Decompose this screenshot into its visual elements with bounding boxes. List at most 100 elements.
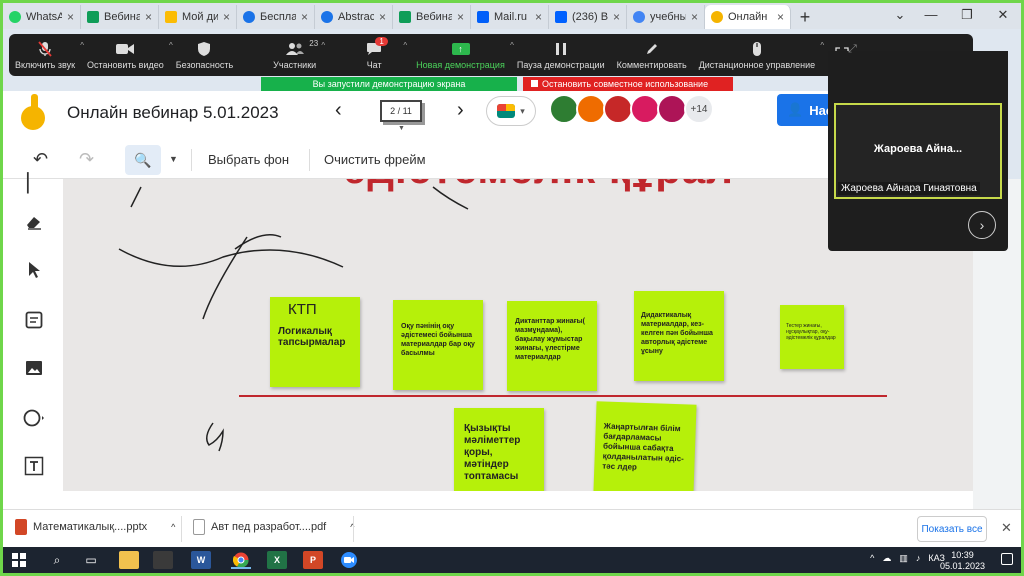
search-icon[interactable]: ⌕ <box>47 551 67 569</box>
excel-icon[interactable]: X <box>267 551 287 569</box>
image-icon[interactable] <box>23 357 45 379</box>
notifications-icon[interactable] <box>1001 553 1013 565</box>
avatar[interactable] <box>630 94 660 124</box>
unmute-button[interactable]: Включить звук ^ <box>9 34 84 76</box>
stop-share-button[interactable]: Остановить совместное использование <box>523 77 733 91</box>
select-cursor-icon[interactable] <box>23 259 45 281</box>
chevron-up-icon[interactable]: ^ <box>321 41 325 50</box>
tab-search-button[interactable]: ⌄ <box>887 3 913 29</box>
avatar[interactable] <box>576 94 606 124</box>
show-all-downloads-button[interactable]: Показать все <box>917 516 987 542</box>
tab-inbox[interactable]: (236) Вх× <box>549 5 627 29</box>
circle-shape-icon[interactable] <box>23 407 45 429</box>
more-collaborators-badge[interactable]: +14 <box>684 94 714 124</box>
chevron-up-icon[interactable]: ^ <box>820 41 824 50</box>
pen-icon[interactable]: ▏ <box>23 173 45 193</box>
new-tab-button[interactable]: + <box>791 5 819 29</box>
tab-webinar-2[interactable]: Вебинар× <box>393 5 471 29</box>
close-tab-icon[interactable]: × <box>67 10 74 24</box>
chevron-up-icon[interactable]: ^ <box>870 553 874 564</box>
tab-my-drive[interactable]: Мой ди × <box>159 5 237 29</box>
close-downloads-icon[interactable]: ✕ <box>1001 520 1012 536</box>
sticky-note[interactable]: Диктанттар жинағы( мазмұндама), бақылау … <box>507 301 597 391</box>
close-tab-icon[interactable]: × <box>223 10 230 24</box>
tab-mailru[interactable]: Mail.ru × <box>471 5 549 29</box>
frame-pager[interactable]: 2 / 11 <box>380 100 422 122</box>
avatar[interactable] <box>549 94 579 124</box>
person-add-icon: 👤 <box>787 102 804 117</box>
avatar[interactable] <box>657 94 687 124</box>
clear-frame-button[interactable]: Очистить фрейм <box>324 152 426 167</box>
tab-abstract[interactable]: Abstract× <box>315 5 393 29</box>
previous-frame-button[interactable]: ‹ <box>335 99 342 122</box>
close-tab-icon[interactable]: × <box>777 10 784 24</box>
windows-start-icon[interactable] <box>9 551 29 569</box>
powerpoint-icon[interactable]: P <box>303 551 323 569</box>
remote-control-button[interactable]: Дистанционное управление ^ <box>693 34 824 76</box>
close-tab-icon[interactable]: × <box>613 10 620 24</box>
stop-video-button[interactable]: Остановить видео ^ <box>81 34 173 76</box>
close-window-button[interactable]: ✕ <box>985 3 1021 29</box>
close-tab-icon[interactable]: × <box>379 10 386 24</box>
undo-button[interactable]: ↶ <box>33 149 48 170</box>
tab-free[interactable]: Бесплат× <box>237 5 315 29</box>
zoom-dropdown-icon[interactable]: ▼ <box>169 154 178 164</box>
security-button[interactable]: Безопасность <box>170 34 239 76</box>
meet-button[interactable]: ▾ <box>486 96 536 126</box>
close-tab-icon[interactable]: × <box>535 10 542 24</box>
divider <box>353 516 354 542</box>
next-video-button[interactable]: › <box>968 211 996 239</box>
expand-panel-icon[interactable]: ⤢ <box>848 43 857 56</box>
sticky-note[interactable]: Қызықты мәліметтер қоры, мәтіндер топтам… <box>454 408 544 491</box>
download-item[interactable]: Авт пед разработ....pdf ^ <box>193 519 354 535</box>
pause-share-button[interactable]: Пауза демонстрации <box>511 34 611 76</box>
close-tab-icon[interactable]: × <box>457 10 464 24</box>
chevron-up-icon[interactable]: ^ <box>403 41 407 50</box>
restore-button[interactable]: ❐ <box>949 3 985 29</box>
cloud-icon[interactable]: ☁ <box>882 553 891 564</box>
zoom-app-icon[interactable] <box>339 551 359 569</box>
minimize-button[interactable]: — <box>913 3 949 29</box>
sticky-note[interactable]: Оқу пәнінің оқу әдістемесі бойынша матер… <box>393 300 483 390</box>
sticky-note[interactable]: Дидактикалық материалдар, кез-келген пән… <box>634 291 724 381</box>
task-view-icon[interactable]: ▭ <box>81 551 101 569</box>
eraser-icon[interactable] <box>23 211 45 233</box>
tab-whatsapp[interactable]: WhatsAp× <box>3 5 81 29</box>
sticky-note[interactable]: КТП Логикалық тапсырмалар <box>270 297 360 387</box>
new-share-button[interactable]: ↑ Новая демонстрация ^ <box>410 34 514 76</box>
sticky-note[interactable]: Жаңартылған білім бағдарламасы бойынша с… <box>593 401 697 491</box>
close-tab-icon[interactable]: × <box>301 10 308 24</box>
tab-webinar-1[interactable]: Вебинар× <box>81 5 159 29</box>
volume-icon[interactable]: ♪ <box>916 553 921 564</box>
word-icon[interactable]: W <box>191 551 211 569</box>
tool-rail: ▏ <box>3 173 63 509</box>
text-box-icon[interactable] <box>23 455 45 477</box>
network-icon[interactable]: ▥ <box>899 553 908 564</box>
tab-google-search[interactable]: учебны × <box>627 5 705 29</box>
chevron-down-icon[interactable]: ▼ <box>398 125 405 132</box>
document-title[interactable]: Онлайн вебинар 5.01.2023 <box>67 103 279 123</box>
file-explorer-icon[interactable] <box>119 551 139 569</box>
tab-online-webinar[interactable]: Онлайн × <box>705 5 791 29</box>
next-frame-button[interactable]: › <box>457 99 464 122</box>
clock[interactable]: 10:39 05.01.2023 <box>940 550 985 572</box>
sticky-note[interactable]: Тестер жинағы, нұсқаулықтар, оқу-әдістем… <box>780 305 844 369</box>
participant-video-tile[interactable]: Жароева Айна... Жароева Айнара Гинаятовн… <box>834 103 1002 199</box>
sharing-status-banner: Вы запустили демонстрацию экрана <box>261 77 517 91</box>
chat-button[interactable]: 1 Чат ^ <box>344 34 407 76</box>
redo-button[interactable]: ↷ <box>79 149 94 170</box>
close-tab-icon[interactable]: × <box>691 10 698 24</box>
app-icon[interactable] <box>153 551 173 569</box>
sticky-note-icon[interactable] <box>23 309 45 331</box>
set-background-button[interactable]: Выбрать фон <box>208 152 289 167</box>
close-tab-icon[interactable]: × <box>145 10 152 24</box>
avatar[interactable] <box>603 94 633 124</box>
zoom-button[interactable]: 🔍 <box>125 145 161 175</box>
chrome-icon[interactable] <box>231 551 251 569</box>
download-item[interactable]: Математикалық....pptx ^ <box>15 519 175 535</box>
chevron-up-icon[interactable]: ^ <box>171 522 175 532</box>
participants-button[interactable]: 23 Участники ^ <box>267 34 325 76</box>
pause-icon <box>555 40 567 58</box>
divider <box>191 149 192 171</box>
annotate-button[interactable]: Комментировать <box>611 34 693 76</box>
